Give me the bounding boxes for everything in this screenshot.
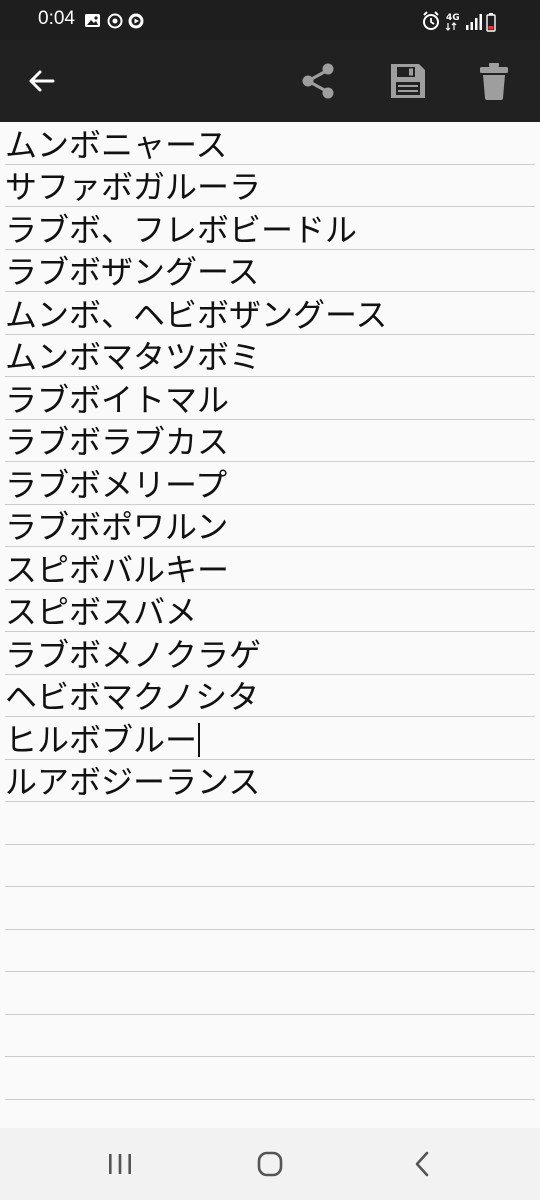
note-line[interactable]: ムンボニャース	[0, 122, 540, 165]
share-button[interactable]	[296, 59, 340, 103]
nav-back-button[interactable]	[402, 1148, 442, 1180]
note-line-text: ラブボメリープ	[5, 465, 228, 504]
note-line-text: ラブボイトマル	[5, 380, 230, 419]
network-4g-icon: 4G	[445, 13, 460, 31]
home-button[interactable]	[250, 1148, 290, 1180]
note-line[interactable]: ラブボイトマル	[0, 377, 540, 420]
note-line[interactable]: ヒルボブルー	[0, 717, 540, 760]
note-line[interactable]: スピボバルキー	[0, 547, 540, 590]
nav-back-icon	[415, 1151, 429, 1177]
share-icon	[302, 63, 334, 99]
note-line[interactable]: サファボガルーラ	[0, 165, 540, 207]
note-line[interactable]	[0, 972, 540, 1015]
alarm-icon	[423, 11, 439, 30]
note-line-text: サファボガルーラ	[5, 168, 262, 206]
note-line-text: ムンボニャース	[5, 125, 228, 164]
note-line-text: ヘビボマクノシタ	[5, 678, 260, 716]
status-left-icons	[85, 13, 144, 29]
note-line[interactable]: ラブボザングース	[0, 250, 540, 292]
note-line[interactable]	[0, 802, 540, 845]
note-line[interactable]	[0, 930, 540, 972]
note-line-text: スピボスバメ	[5, 593, 198, 631]
note-line-text: スピボバルキー	[5, 550, 230, 589]
media-icon	[128, 13, 144, 29]
home-icon	[257, 1151, 283, 1177]
note-line[interactable]: ラブボメノクラゲ	[0, 632, 540, 675]
note-editor[interactable]: ムンボニャース サファボガルーララブボ、フレボビードル ラブボザングースムンボ、ヘビ…	[0, 122, 540, 1128]
status-time: 0:04	[38, 8, 75, 29]
recents-button[interactable]	[100, 1148, 140, 1180]
note-line-text: ラブボ、フレボビードル	[5, 210, 358, 249]
text-cursor	[198, 722, 201, 757]
note-line-text: ラブボラブカス	[5, 423, 230, 461]
recents-icon	[109, 1154, 131, 1174]
note-line-text: ラブボポワルン	[5, 508, 229, 546]
back-arrow-icon	[29, 70, 55, 92]
sync-icon	[107, 13, 123, 29]
note-line[interactable]: ラブボポワルン	[0, 505, 540, 547]
app-bar	[0, 40, 540, 122]
navigation-bar	[0, 1128, 540, 1200]
note-line[interactable]: ルアボジーランス	[0, 760, 540, 802]
network-label: 4G	[446, 13, 460, 23]
note-line-text: ムンボ、ヘビボザングース	[5, 295, 388, 334]
note-line-text: ルアボジーランス	[5, 763, 261, 801]
note-line[interactable]: ムンボ、ヘビボザングース	[0, 292, 540, 335]
signal-icon	[466, 14, 482, 30]
note-line[interactable]: ラブボラブカス	[0, 420, 540, 462]
note-line[interactable]	[0, 1015, 540, 1057]
status-right-icons: 4G	[423, 11, 496, 32]
note-line[interactable]: ラブボメリープ	[0, 462, 540, 505]
note-line[interactable]: スピボスバメ	[0, 590, 540, 632]
note-line-text: ラブボメノクラゲ	[5, 635, 262, 674]
note-line[interactable]: ヘビボマクノシタ	[0, 675, 540, 717]
note-line[interactable]	[0, 1057, 540, 1100]
note-line[interactable]	[0, 887, 540, 930]
gallery-icon	[85, 14, 100, 27]
note-line[interactable]: ラブボ、フレボビードル	[0, 207, 540, 250]
battery-low-icon	[486, 13, 496, 32]
note-line-text-content: ヒルボブルー	[5, 720, 198, 759]
screen: 0:04 4G ムンボニャース サファボガルーラ ラブボ、フレボビードル ラブボ…	[0, 0, 540, 1200]
back-button[interactable]	[20, 59, 64, 103]
note-line[interactable]: ムンボマタツボミ	[0, 335, 540, 377]
save-floppy-icon	[391, 64, 425, 98]
delete-button[interactable]	[472, 59, 516, 103]
note-line-text: ヒルボブルー	[5, 720, 201, 760]
status-bar: 0:04 4G	[0, 0, 540, 40]
trash-icon	[480, 63, 508, 100]
note-line-text: ラブボザングース	[5, 253, 260, 291]
note-line[interactable]	[0, 845, 540, 887]
note-line-text: ムンボマタツボミ	[5, 338, 262, 376]
save-button[interactable]	[386, 59, 430, 103]
note-line[interactable]	[0, 1100, 540, 1129]
